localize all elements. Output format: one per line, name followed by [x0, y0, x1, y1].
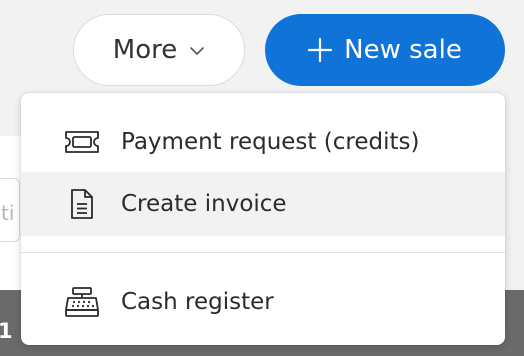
new-sale-button-label: New sale — [344, 35, 462, 65]
menu-item-cash-register[interactable]: Cash register — [21, 270, 505, 334]
background-input[interactable]: ti — [0, 178, 20, 242]
chevron-down-icon — [189, 46, 205, 56]
menu-item-label: Payment request (credits) — [121, 129, 420, 155]
menu-item-label: Cash register — [121, 289, 274, 315]
document-icon — [62, 188, 102, 220]
new-sale-button[interactable]: New sale — [265, 14, 505, 86]
menu-item-label: Create invoice — [121, 191, 287, 217]
background-row-text: 1 — [0, 319, 13, 343]
more-button-label: More — [112, 35, 178, 65]
menu-item-payment-request[interactable]: Payment request (credits) — [21, 110, 505, 174]
more-button[interactable]: More — [73, 14, 245, 86]
menu-item-create-invoice[interactable]: Create invoice — [21, 172, 505, 236]
menu-divider — [21, 252, 505, 253]
ticket-icon — [62, 126, 102, 158]
background-input-text: ti — [1, 201, 15, 225]
more-dropdown-menu: Payment request (credits) Create invoice — [21, 93, 505, 345]
plus-icon — [308, 38, 333, 62]
cash-register-icon — [62, 286, 102, 318]
